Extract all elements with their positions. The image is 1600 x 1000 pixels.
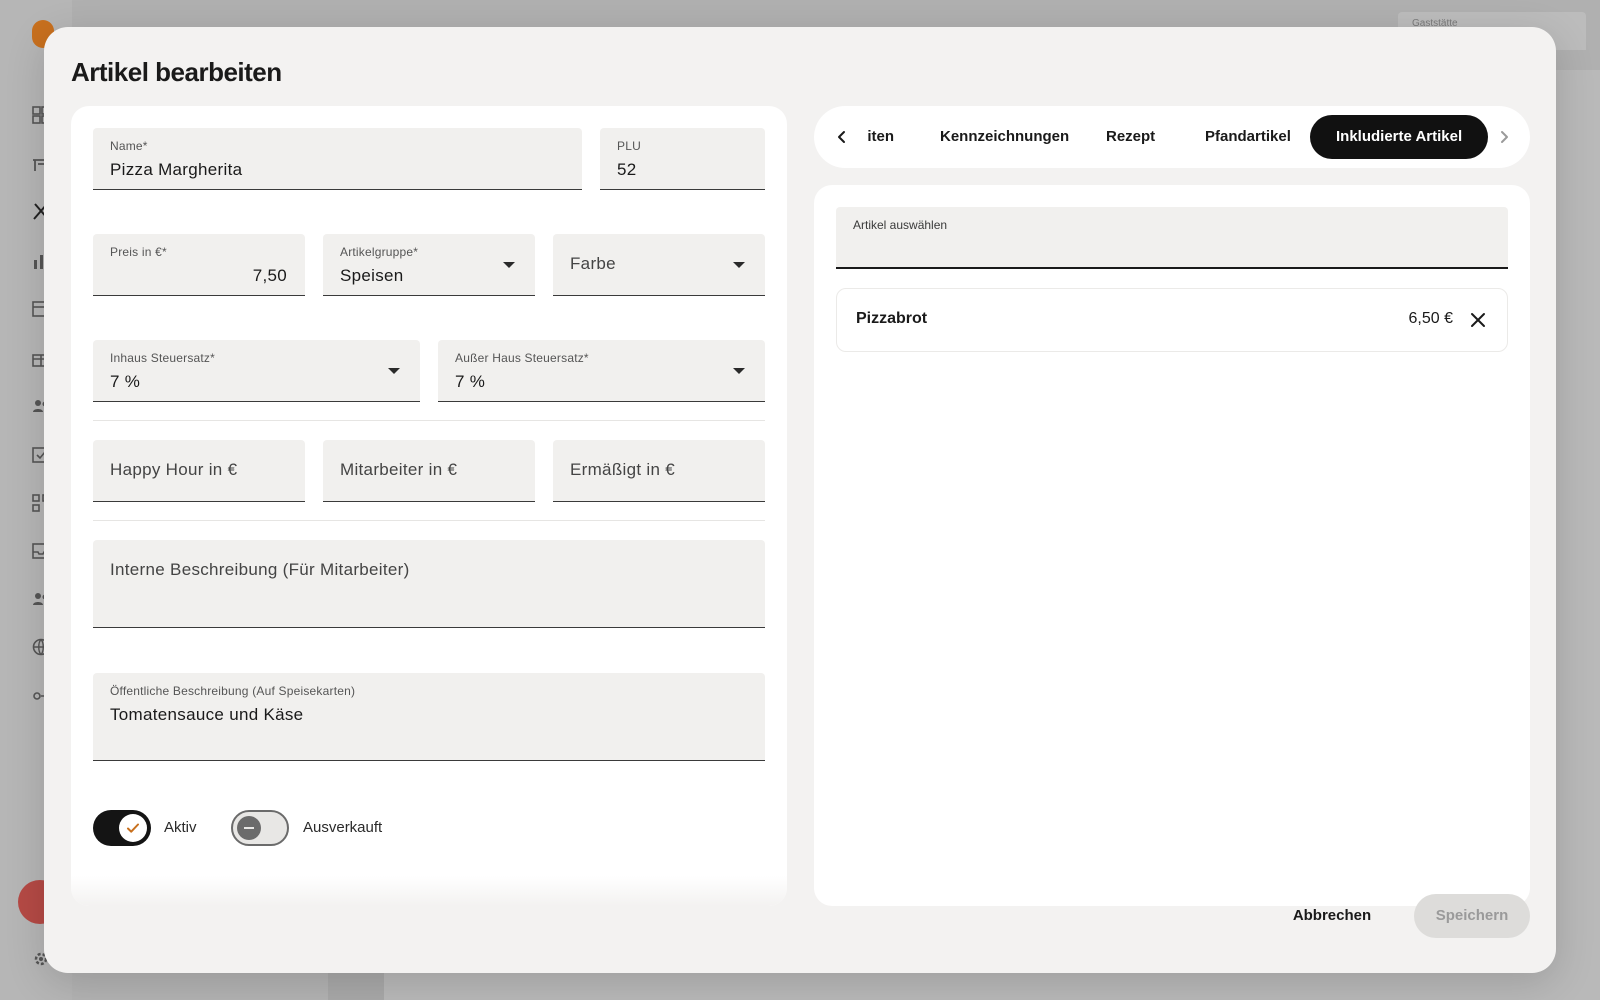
staff-price-field[interactable]: Mitarbeiter in €	[323, 440, 535, 502]
included-article-price: 6,50 €	[1408, 310, 1453, 327]
article-group-label: Artikelgruppe*	[340, 245, 419, 259]
remove-close-icon[interactable]	[1469, 311, 1487, 329]
tab-rezept[interactable]: Rezept	[1106, 115, 1155, 159]
public-description-field[interactable]: Öffentliche Beschreibung (Auf Speisekart…	[93, 673, 765, 761]
included-article-row: Pizzabrot 6,50 €	[836, 288, 1508, 352]
tax-inhouse-label: Inhaus Steuersatz*	[110, 351, 215, 365]
included-articles-card: Artikel auswählen Pizzabrot 6,50 €	[814, 185, 1530, 906]
dropdown-caret-icon	[733, 262, 745, 268]
article-group-select[interactable]: Artikelgruppe* Speisen	[323, 234, 535, 296]
staff-price-placeholder: Mitarbeiter in €	[340, 460, 458, 479]
tax-takeaway-value: 7 %	[455, 372, 486, 391]
price-field[interactable]: Preis in €* 7,50	[93, 234, 305, 296]
happy-hour-field[interactable]: Happy Hour in €	[93, 440, 305, 502]
article-select-field[interactable]: Artikel auswählen	[836, 207, 1508, 269]
reduced-price-placeholder: Ermäßigt in €	[570, 460, 675, 479]
color-placeholder: Farbe	[570, 254, 616, 273]
dropdown-caret-icon	[733, 368, 745, 374]
tax-inhouse-select[interactable]: Inhaus Steuersatz* 7 %	[93, 340, 420, 402]
toggle-knob	[237, 816, 261, 840]
plu-field[interactable]: PLU 52	[600, 128, 765, 190]
plu-label: PLU	[617, 139, 641, 153]
article-select-label: Artikel auswählen	[853, 218, 948, 232]
cancel-button[interactable]: Abbrechen	[1282, 894, 1382, 938]
article-form-card: Name* Pizza Margherita PLU 52 Preis in €…	[71, 106, 787, 906]
included-article-name: Pizzabrot	[856, 310, 928, 327]
tax-takeaway-label: Außer Haus Steuersatz*	[455, 351, 589, 365]
tab-partial-label: iten	[867, 128, 894, 145]
internal-description-placeholder: Interne Beschreibung (Für Mitarbeiter)	[110, 560, 410, 579]
name-field[interactable]: Name* Pizza Margherita	[93, 128, 582, 190]
reduced-price-field[interactable]: Ermäßigt in €	[553, 440, 765, 502]
chevron-left-icon[interactable]	[834, 129, 850, 145]
price-value: 7,50	[252, 266, 287, 285]
public-description-label: Öffentliche Beschreibung (Auf Speisekart…	[110, 684, 356, 698]
price-label: Preis in €*	[110, 245, 167, 259]
check-icon	[127, 823, 139, 833]
article-group-value: Speisen	[340, 266, 404, 285]
section-divider	[93, 520, 765, 521]
happy-hour-placeholder: Happy Hour in €	[110, 460, 238, 479]
section-divider	[93, 420, 765, 421]
public-description-value: Tomatensauce und Käse	[110, 705, 304, 724]
dropdown-caret-icon	[388, 368, 400, 374]
soldout-toggle[interactable]	[231, 810, 289, 846]
internal-description-field[interactable]: Interne Beschreibung (Für Mitarbeiter)	[93, 540, 765, 628]
name-label: Name*	[110, 139, 148, 153]
scroll-fade	[71, 876, 787, 906]
toggle-knob	[119, 814, 147, 842]
active-label: Aktiv	[164, 819, 197, 836]
active-toggle[interactable]	[93, 810, 151, 846]
tab-inkludierte-artikel[interactable]: Inkludierte Artikel	[1310, 115, 1489, 159]
tab-partial[interactable]: iten	[858, 115, 894, 159]
chevron-right-icon[interactable]	[1496, 129, 1512, 145]
tab-pfandartikel[interactable]: Pfandartikel	[1205, 115, 1291, 159]
dropdown-caret-icon	[503, 262, 515, 268]
tab-kennzeichnungen[interactable]: Kennzeichnungen	[940, 115, 1069, 159]
dialog-title: Artikel bearbeiten	[71, 57, 282, 87]
tax-takeaway-select[interactable]: Außer Haus Steuersatz* 7 %	[438, 340, 765, 402]
save-button[interactable]: Speichern	[1414, 894, 1530, 938]
color-select[interactable]: Farbe	[553, 234, 765, 296]
soldout-label: Ausverkauft	[303, 819, 383, 836]
tab-bar: iten Kennzeichnungen Rezept Pfandartikel…	[814, 106, 1530, 168]
name-value: Pizza Margherita	[110, 160, 243, 179]
tax-inhouse-value: 7 %	[110, 372, 141, 391]
plu-value: 52	[617, 160, 637, 179]
edit-article-dialog: Artikel bearbeiten Name* Pizza Margherit…	[44, 27, 1556, 973]
